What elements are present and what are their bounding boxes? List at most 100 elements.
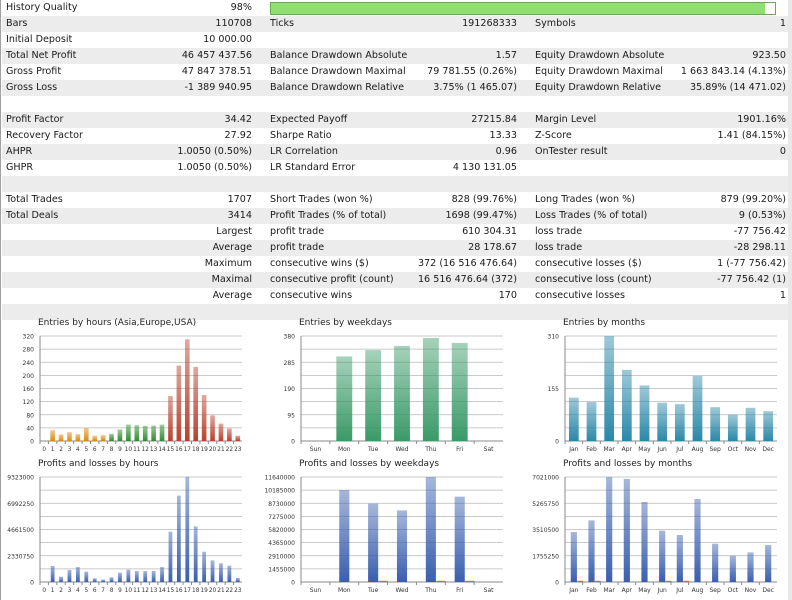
profit-bar [606, 477, 613, 582]
chart-title: Profits and losses by weekdays [299, 459, 440, 469]
metric-value: Largest [216, 226, 252, 237]
y-tick-label: 1755250 [532, 553, 559, 560]
chart-0: 0 40 80 120 160 200 240 280 320 0 1 2 3 4 5 6 7 8 9 10 11 12 1… [2, 316, 264, 458]
bar [100, 435, 106, 441]
bar [763, 411, 774, 441]
x-tick-label: 8 [110, 447, 114, 453]
metric-value: 1.0050 (0.50%) [177, 162, 252, 173]
x-tick-label: 3 [68, 588, 72, 594]
metric-value: 1.41 (84.15%) [717, 130, 786, 141]
x-tick-label: Thu [424, 587, 436, 594]
x-tick-label: 19 [200, 588, 208, 594]
bar [193, 366, 199, 441]
profit-bar [50, 566, 55, 582]
x-tick-label: Mar [604, 446, 616, 453]
y-tick-label: 7021000 [532, 475, 559, 482]
chart-1: 0 95 190 285 380 Sun Mon Tue Wed Thu Fri Sat Entries… [263, 316, 525, 458]
bar [365, 350, 382, 441]
metric-value: 79 781.55 (0.26%) [427, 66, 517, 77]
metric-label: Total Net Profit [6, 50, 77, 61]
x-tick-label: 20 [209, 447, 217, 453]
table-row: Total Deals 3414 Profit Trades (% of total… [2, 208, 788, 224]
metric-label: consecutive losses ($) [535, 258, 642, 269]
x-tick-label: 2 [59, 447, 63, 453]
x-tick-label: Jun [656, 446, 667, 453]
vertical-scrollbar[interactable] [788, 0, 792, 600]
profit-bar [67, 569, 72, 582]
bar [83, 427, 89, 441]
x-tick-label: 4 [76, 588, 80, 594]
report-panel: History Quality 98% Bars 110708 Ticks 19126… [0, 0, 788, 600]
bar [639, 385, 650, 441]
x-tick-label: Aug [692, 446, 704, 453]
x-tick-label: 5 [84, 588, 88, 594]
x-tick-label: Wed [395, 446, 408, 453]
chart-title: Entries by hours (Asia,Europe,USA) [38, 318, 197, 328]
x-tick-label: 3 [68, 447, 72, 453]
x-tick-label: Jan [568, 587, 578, 594]
loss-bar [595, 580, 601, 582]
bar [227, 428, 232, 441]
metric-value: 1901.16% [737, 114, 786, 125]
x-tick-label: Jun [656, 587, 667, 594]
metric-label: loss trade [535, 242, 583, 253]
bar [67, 432, 72, 441]
loss-bar [683, 580, 689, 582]
metric-value: 27.92 [224, 130, 252, 141]
metric-label: Bars [6, 18, 28, 29]
table-row [2, 96, 788, 112]
metric-value: 10 000.00 [203, 34, 252, 45]
chart-3: 0 2330750 4661500 6992250 9323000 0 1 2 3 4 5 6 7 8 9 1… [2, 457, 264, 599]
x-tick-label: 17 [184, 588, 192, 594]
y-tick-label: 120 [23, 399, 35, 406]
profit-bar [92, 578, 97, 582]
metric-value: 610 304.31 [462, 226, 517, 237]
y-tick-label: 310 [548, 334, 560, 341]
history-quality-bar-fill [271, 3, 765, 14]
metric-value: -1 389 940.95 [184, 82, 252, 93]
metric-value: 828 (99.76%) [451, 194, 517, 205]
loss-bar [465, 580, 475, 582]
table-row: Total Net Profit 46 457 437.56 Balance Dra… [2, 48, 788, 64]
metric-label: profit trade [270, 242, 325, 253]
x-tick-label: Sun [310, 587, 322, 594]
y-tick-label: 0 [291, 580, 295, 587]
chart-4: 0 1455000 2910000 4365000 5820000 7275000 8730… [263, 457, 525, 599]
metric-label: Profit Trades (% of total) [270, 210, 387, 221]
x-tick-label: Sat [484, 587, 494, 594]
bar [422, 337, 439, 441]
x-tick-label: 7 [101, 447, 105, 453]
metric-value: 372 (16 516 476.64) [417, 258, 517, 269]
x-tick-label: 13 [150, 588, 158, 594]
x-tick-label: 22 [226, 447, 234, 453]
bar [745, 407, 756, 441]
x-tick-label: Fri [456, 587, 463, 594]
bar [210, 415, 215, 441]
profit-bar [160, 567, 164, 582]
metric-value: 4 130 131.05 [452, 162, 517, 173]
profit-bar [570, 532, 577, 582]
profit-bar [219, 563, 223, 582]
bar [184, 339, 190, 441]
y-tick-label: 40 [26, 425, 34, 432]
metric-label: Equity Drawdown Absolute [535, 50, 665, 61]
x-tick-label: Mon [338, 446, 351, 453]
chart-title: Entries by months [563, 318, 646, 328]
metric-value: 1707 [227, 194, 252, 205]
x-tick-label: 1 [51, 588, 55, 594]
x-tick-label: Sep [710, 446, 722, 453]
table-row: Total Trades 1707 Short Trades (won %) 828 … [2, 192, 788, 208]
x-tick-label: Nov [745, 587, 757, 594]
bar [168, 396, 173, 441]
x-tick-label: 18 [192, 447, 200, 453]
profit-bar [75, 567, 80, 582]
x-tick-label: Sun [310, 446, 322, 453]
x-tick-label: 15 [167, 588, 175, 594]
bar [134, 425, 140, 441]
metric-label: LR Standard Error [270, 162, 356, 173]
chart-2: 0 155 310 Jan Feb Mar Apr May Jun Jul Aug Sep Oct Nov… [527, 316, 789, 458]
y-tick-label: 95 [287, 412, 295, 419]
bar [692, 375, 703, 441]
profit-bar [747, 552, 754, 582]
x-tick-label: 12 [142, 447, 150, 453]
